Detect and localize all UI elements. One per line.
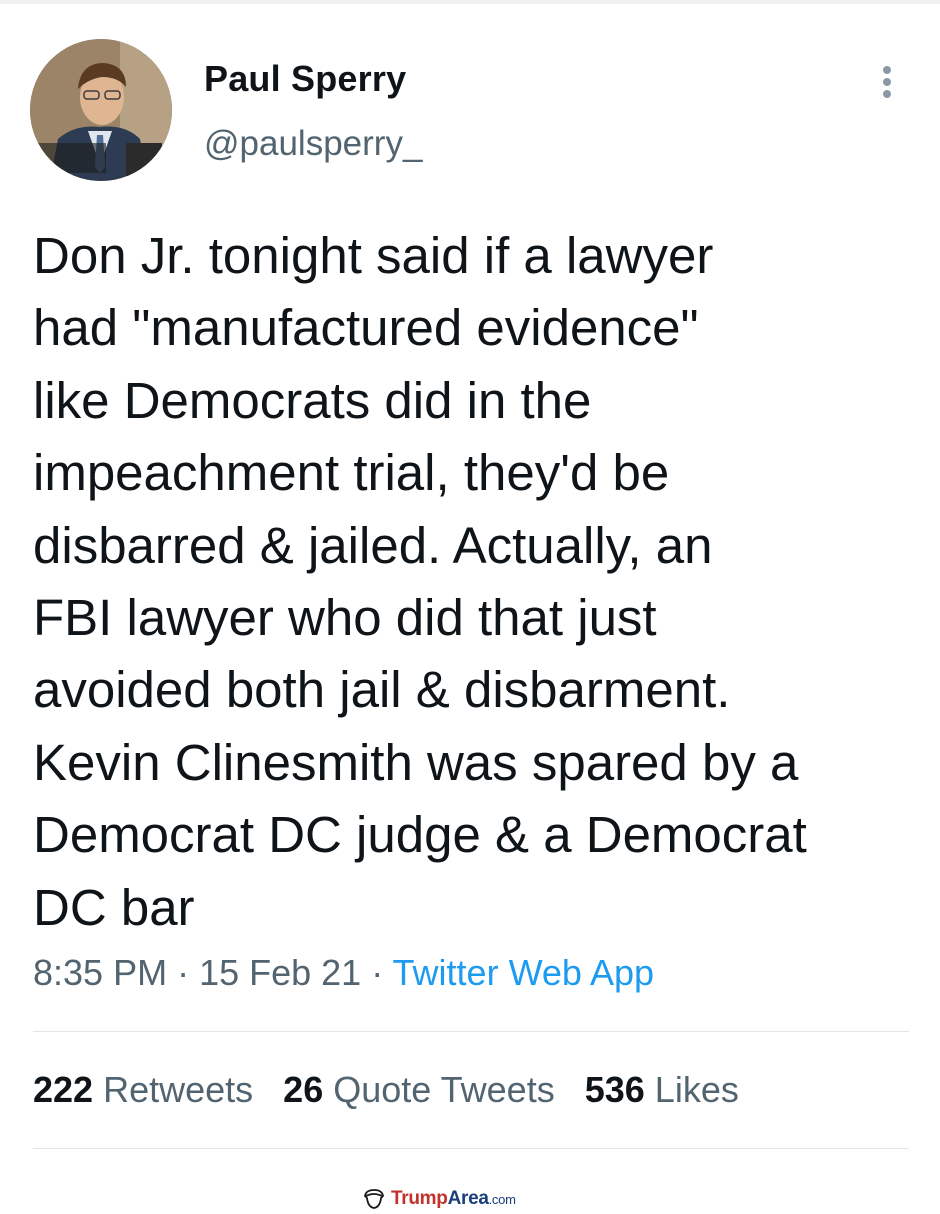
watermark-text-trump: Trump [391,1188,448,1209]
tweet-text-line: had "manufactured evidence" [33,299,699,357]
more-icon[interactable] [872,60,902,104]
tweet-text-line: Don Jr. tonight said if a lawyer [33,227,714,284]
avatar[interactable] [30,39,172,181]
author-display-name[interactable]: Paul Sperry [204,58,406,100]
tweet-text-line: Kevin Clinesmith was spared by a [33,733,799,791]
tweet-text: Don Jr. tonight said if a lawyer had "ma… [33,220,913,944]
retweets-count: 222 [33,1069,94,1110]
quote-tweets-label: Quote Tweets [333,1069,555,1110]
watermark-text-domain: .com [488,1192,516,1207]
divider [33,1031,909,1032]
tweet-stats: 222 Retweets 26 Quote Tweets 536 Likes [33,1069,769,1111]
tweet-text-line: avoided both jail & disbarment. [33,661,731,719]
tweet-text-line: Democrat DC judge & a Democrat [33,806,807,864]
trumparea-logo-icon [364,1189,384,1209]
tweet-text-line: disbarred & jailed. Actually, an [33,516,713,574]
tweet-date[interactable]: 15 Feb 21 [199,952,361,993]
quote-tweets-count: 26 [283,1069,324,1110]
divider [33,1148,909,1149]
tweet-text-line: like Democrats did in the [33,371,592,429]
top-divider [0,0,940,4]
likes-stat[interactable]: 536 Likes [585,1069,739,1111]
quote-tweets-stat[interactable]: 26 Quote Tweets [283,1069,555,1111]
retweets-stat[interactable]: 222 Retweets [33,1069,253,1111]
author-handle[interactable]: @paulsperry_ [204,124,422,164]
likes-count: 536 [584,1069,645,1110]
tweet-source-link[interactable]: Twitter Web App [393,952,654,993]
likes-label: Likes [654,1069,739,1110]
watermark: TrumpArea.com [362,1184,516,1214]
meta-separator: · [167,952,200,993]
tweet-meta: 8:35 PM · 15 Feb 21 · Twitter Web App [33,952,654,994]
retweets-label: Retweets [103,1069,254,1110]
tweet-text-line: impeachment trial, they'd be [33,444,670,502]
tweet-text-line: DC bar [33,878,195,936]
tweet-text-line: FBI lawyer who did that just [33,589,657,647]
watermark-text-area: Area [447,1188,489,1209]
meta-separator: · [361,952,393,993]
tweet-time[interactable]: 8:35 PM [33,952,167,993]
